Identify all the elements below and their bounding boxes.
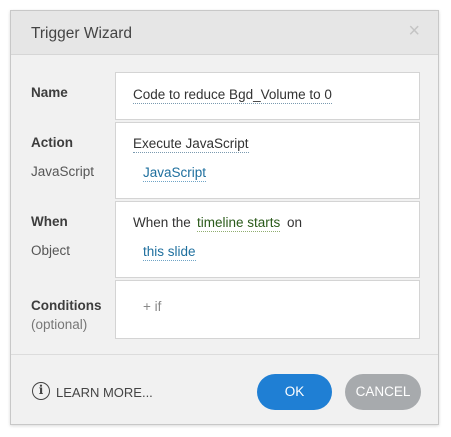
name-label: Name [31, 85, 68, 100]
when-box: When the timeline starts on this slide [115, 201, 420, 278]
name-field-box[interactable]: Code to reduce Bgd_Volume to 0 [115, 72, 420, 120]
close-icon[interactable]: × [408, 21, 420, 41]
when-prefix: When the [133, 215, 191, 230]
dialog-titlebar: Trigger Wizard × [11, 11, 438, 55]
conditions-hint: (optional) [31, 317, 88, 332]
conditions-label: Conditions [31, 298, 102, 313]
javascript-link[interactable]: JavaScript [143, 165, 207, 182]
when-label: When [31, 214, 68, 229]
javascript-label: JavaScript [31, 164, 95, 179]
object-link[interactable]: this slide [143, 244, 196, 261]
cancel-button[interactable]: CANCEL [345, 374, 421, 410]
conditions-box: + if [115, 280, 420, 339]
action-box: Execute JavaScript JavaScript [115, 122, 420, 199]
action-value[interactable]: Execute JavaScript [133, 136, 249, 153]
dialog-title: Trigger Wizard [31, 25, 133, 42]
object-label: Object [31, 243, 71, 258]
name-value[interactable]: Code to reduce Bgd_Volume to 0 [133, 87, 332, 104]
learn-more-link[interactable]: LEARN MORE... [56, 385, 153, 400]
info-icon[interactable]: i [32, 382, 50, 400]
action-label: Action [31, 135, 73, 150]
footer-divider [11, 354, 438, 355]
ok-button[interactable]: OK [257, 374, 332, 410]
add-if-link[interactable]: + if [143, 299, 161, 314]
event-link[interactable]: timeline starts [197, 215, 281, 232]
trigger-wizard-dialog: Trigger Wizard × Name Code to reduce Bgd… [10, 10, 439, 425]
when-suffix: on [287, 215, 303, 230]
